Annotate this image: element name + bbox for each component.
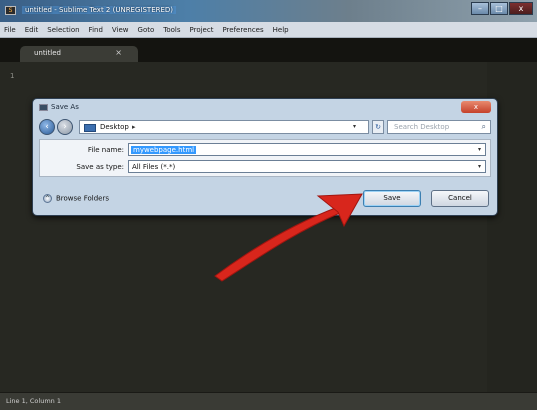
arrow-shaft [214,206,341,282]
red-arrow-annotation [214,193,363,282]
arrow-head [316,193,363,228]
